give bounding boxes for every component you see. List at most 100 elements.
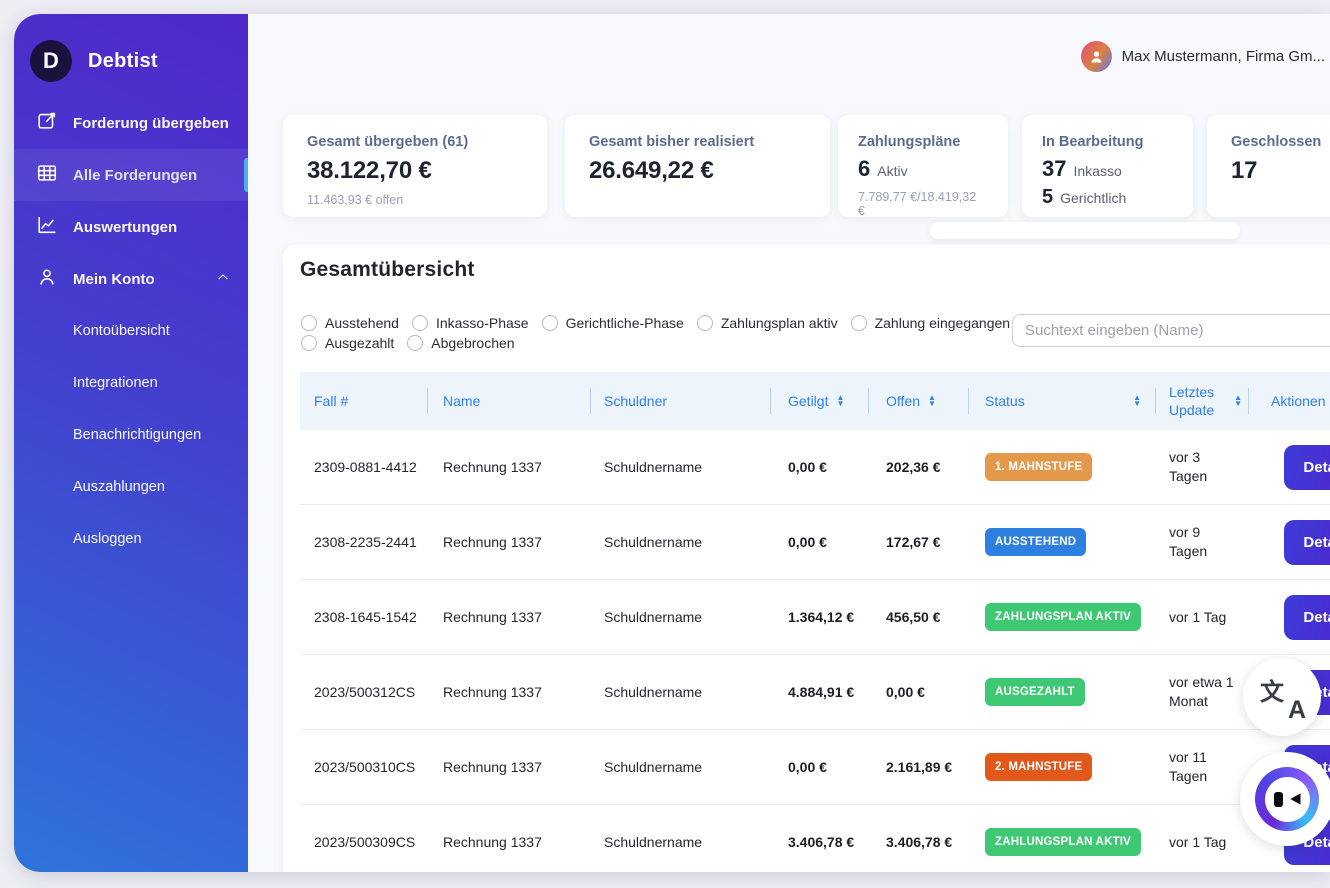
sort-icon[interactable] xyxy=(1133,395,1141,408)
cell-status: 1. MAHNSTUFE xyxy=(968,453,1155,481)
column-header-label: Status xyxy=(985,393,1025,409)
radio-button[interactable] xyxy=(697,315,713,331)
sidebar-subitem-label: Kontoübersicht xyxy=(73,323,170,339)
filter-label: Zahlungsplan aktiv xyxy=(721,315,838,331)
stat-value: 38.122,70 € xyxy=(307,157,523,185)
cell-updated: vor 9 Tagen xyxy=(1155,523,1248,561)
stat-value: 17 xyxy=(1231,157,1330,185)
cell-debtor: Schuldnername xyxy=(590,759,770,775)
radio-button[interactable] xyxy=(301,335,317,351)
details-button[interactable]: Details xyxy=(1284,595,1330,640)
filter-abgebrochen: Abgebrochen xyxy=(407,335,514,351)
chatbot-face xyxy=(1265,777,1310,822)
cell-status: AUSSTEHEND xyxy=(968,528,1155,556)
chevron-up-icon[interactable] xyxy=(216,270,230,288)
filter-gerichtliche-phase: Gerichtliche-Phase xyxy=(542,315,684,331)
sidebar-item-forderung-uebergeben[interactable]: Forderung übergeben xyxy=(14,97,248,149)
search-input[interactable] xyxy=(1012,314,1330,347)
column-header-label: Letztes Update xyxy=(1169,383,1226,419)
cell-open: 0,00 € xyxy=(868,684,968,700)
user-icon xyxy=(1087,47,1106,66)
column-header-offen[interactable]: Offen xyxy=(868,372,968,430)
column-header-getilgt[interactable]: Getilgt xyxy=(770,372,868,430)
cell-status: ZAHLUNGSPLAN AKTIV xyxy=(968,603,1155,631)
cell-paid: 3.406,78 € xyxy=(770,834,868,850)
cell-paid: 0,00 € xyxy=(770,534,868,550)
stat-card-gesamt-uebergeben: Gesamt übergeben (61) 38.122,70 € 11.463… xyxy=(283,115,547,217)
radio-button[interactable] xyxy=(407,335,423,351)
radio-button[interactable] xyxy=(851,315,867,331)
overview-panel: Gesamtübersicht Ausstehend Inkasso-Phase… xyxy=(283,245,1330,872)
sidebar-item-auszahlungen[interactable]: Auszahlungen xyxy=(14,461,248,513)
cell-name: Rechnung 1337 xyxy=(427,684,590,700)
table-row: 2309-0881-4412 Rechnung 1337 Schuldnerna… xyxy=(300,430,1330,505)
cell-case-id: 2023/500309CS xyxy=(300,834,427,850)
cell-open: 3.406,78 € xyxy=(868,834,968,850)
cell-updated: vor etwa 1 Monat xyxy=(1155,673,1248,711)
sort-icon[interactable] xyxy=(928,395,936,408)
column-header-letztes-update[interactable]: Letztes Update xyxy=(1155,372,1248,430)
filter-ausstehend: Ausstehend xyxy=(301,315,399,331)
sidebar-subitem-label: Auszahlungen xyxy=(73,479,165,495)
sidebar-item-mein-konto[interactable]: Mein Konto xyxy=(14,253,248,305)
sidebar-item-label: Mein Konto xyxy=(73,271,155,288)
sidebar-item-label: Forderung übergeben xyxy=(73,115,229,132)
stat-card-geschlossen: Geschlossen 17 xyxy=(1207,115,1330,217)
page-title: Gesamtübersicht xyxy=(300,258,475,282)
status-badge: AUSSTEHEND xyxy=(985,528,1086,556)
status-badge: ZAHLUNGSPLAN AKTIV xyxy=(985,603,1141,631)
table-row: 2308-2235-2441 Rechnung 1337 Schuldnerna… xyxy=(300,505,1330,580)
chat-widget-button[interactable] xyxy=(1240,752,1330,846)
filter-label: Abgebrochen xyxy=(431,335,514,351)
sort-icon[interactable] xyxy=(836,395,844,408)
cell-actions: Details xyxy=(1248,445,1330,490)
filter-label: Gerichtliche-Phase xyxy=(566,315,684,331)
stat-cards: Gesamt übergeben (61) 38.122,70 € 11.463… xyxy=(283,115,1330,217)
cell-paid: 0,00 € xyxy=(770,459,868,475)
radio-button[interactable] xyxy=(412,315,428,331)
column-header-schuldner: Schuldner xyxy=(590,372,770,430)
cell-status: 2. MAHNSTUFE xyxy=(968,753,1155,781)
user-icon xyxy=(36,266,58,292)
stat-title: Geschlossen xyxy=(1231,134,1330,150)
sidebar-item-kontouebersicht[interactable]: Kontoübersicht xyxy=(14,305,248,357)
details-button[interactable]: Details xyxy=(1284,445,1330,490)
sidebar-item-auswertungen[interactable]: Mein Konto Auswertungen xyxy=(14,201,248,253)
details-button[interactable]: Details xyxy=(1284,520,1330,565)
translate-icon-latin: A xyxy=(1288,696,1306,725)
translate-button[interactable]: 文 A xyxy=(1243,658,1321,736)
radio-button[interactable] xyxy=(542,315,558,331)
cell-name: Rechnung 1337 xyxy=(427,609,590,625)
status-filters: Ausstehend Inkasso-Phase Gerichtliche-Ph… xyxy=(301,315,1001,355)
status-badge: 1. MAHNSTUFE xyxy=(985,453,1092,481)
stat-value-label: Aktiv xyxy=(877,163,907,179)
table-row: 2023/500312CS Rechnung 1337 Schuldnernam… xyxy=(300,655,1330,730)
brand[interactable]: D Debtist xyxy=(14,14,248,82)
radio-button[interactable] xyxy=(301,315,317,331)
stat-value: 37 xyxy=(1042,156,1066,182)
cell-open: 456,50 € xyxy=(868,609,968,625)
chatbot-eye xyxy=(1290,792,1301,806)
sidebar-item-benachrichtigungen[interactable]: Benachrichtigungen xyxy=(14,409,248,461)
cell-paid: 4.884,91 € xyxy=(770,684,868,700)
active-indicator xyxy=(244,158,248,192)
user-display-name: Max Mustermann, Firma Gm... xyxy=(1122,48,1325,65)
chatbot-eye xyxy=(1274,792,1283,807)
sidebar-item-alle-forderungen[interactable]: Alle Forderungen xyxy=(14,149,248,201)
column-header-fall: Fall # xyxy=(300,372,427,430)
app-window: D Debtist Forderung übergeben Alle Forde… xyxy=(14,14,1330,872)
sort-icon[interactable] xyxy=(1234,395,1242,408)
brand-name: Debtist xyxy=(88,50,158,73)
filter-label: Zahlung eingegangen xyxy=(875,315,1010,331)
cell-name: Rechnung 1337 xyxy=(427,759,590,775)
stat-value: 6 xyxy=(858,156,870,182)
sidebar-item-ausloggen[interactable]: Ausloggen xyxy=(14,513,248,565)
user-menu[interactable]: Max Mustermann, Firma Gm... xyxy=(1081,41,1325,72)
cell-updated: vor 1 Tag xyxy=(1155,833,1248,852)
cell-case-id: 2023/500312CS xyxy=(300,684,427,700)
column-header-status[interactable]: Status xyxy=(968,372,1155,430)
filter-label: Ausgezahlt xyxy=(325,335,394,351)
table-header-row: Fall # Name Schuldner Getilgt Offen Stat… xyxy=(300,372,1330,430)
sidebar-item-integrationen[interactable]: Integrationen xyxy=(14,357,248,409)
cell-status: ZAHLUNGSPLAN AKTIV xyxy=(968,828,1155,856)
